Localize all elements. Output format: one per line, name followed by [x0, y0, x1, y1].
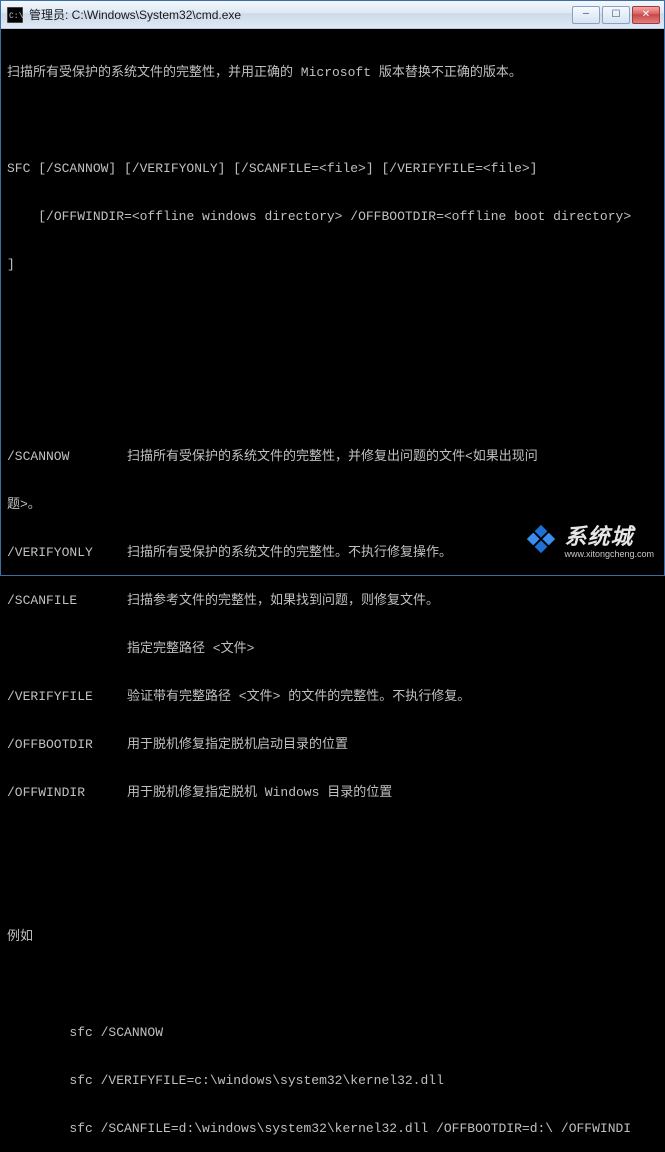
cmd-window: C:\ 管理员: C:\Windows\System32\cmd.exe — ☐…	[0, 0, 665, 576]
example-label: 例如	[7, 929, 658, 945]
option-name: /OFFBOOTDIR	[7, 737, 127, 753]
usage-line: [/OFFWINDIR=<offline windows directory> …	[7, 209, 658, 225]
blank-line	[7, 881, 658, 897]
option-row: /VERIFYONLY扫描所有受保护的系统文件的完整性。不执行修复操作。	[7, 545, 658, 561]
option-desc: 用于脱机修复指定脱机 Windows 目录的位置	[127, 785, 658, 801]
example-line: sfc /SCANNOW	[7, 1025, 658, 1041]
cmd-icon: C:\	[7, 7, 23, 23]
maximize-button[interactable]: ☐	[602, 6, 630, 24]
option-name: /SCANFILE	[7, 593, 127, 609]
options-block: /SCANNOW扫描所有受保护的系统文件的完整性，并修复出问题的文件<如果出现问…	[7, 417, 658, 833]
option-row: /SCANNOW扫描所有受保护的系统文件的完整性，并修复出问题的文件<如果出现问	[7, 449, 658, 465]
blank-line	[7, 113, 658, 129]
usage-line: SFC [/SCANNOW] [/VERIFYONLY] [/SCANFILE=…	[7, 161, 658, 177]
option-row: /VERIFYFILE验证带有完整路径 <文件> 的文件的完整性。不执行修复。	[7, 689, 658, 705]
option-name	[7, 641, 127, 657]
option-name: /VERIFYFILE	[7, 689, 127, 705]
help-description: 扫描所有受保护的系统文件的完整性，并用正确的 Microsoft 版本替换不正确…	[7, 65, 658, 81]
option-desc: 扫描所有受保护的系统文件的完整性，并修复出问题的文件<如果出现问	[127, 449, 658, 465]
titlebar[interactable]: C:\ 管理员: C:\Windows\System32\cmd.exe — ☐…	[1, 1, 664, 29]
example-line: sfc /SCANFILE=d:\windows\system32\kernel…	[7, 1121, 658, 1137]
blank-line	[7, 977, 658, 993]
minimize-button[interactable]: —	[572, 6, 600, 24]
svg-text:C:\: C:\	[9, 12, 23, 21]
example-line: sfc /VERIFYFILE=c:\windows\system32\kern…	[7, 1073, 658, 1089]
blank-line	[7, 353, 658, 369]
option-desc: 扫描所有受保护的系统文件的完整性。不执行修复操作。	[127, 545, 658, 561]
option-name: /VERIFYONLY	[7, 545, 127, 561]
option-name: /SCANNOW	[7, 449, 127, 465]
terminal-output[interactable]: 扫描所有受保护的系统文件的完整性，并用正确的 Microsoft 版本替换不正确…	[1, 29, 664, 1152]
option-row: /SCANFILE扫描参考文件的完整性，如果找到问题，则修复文件。	[7, 593, 658, 609]
usage-line: ]	[7, 257, 658, 273]
option-desc: 用于脱机修复指定脱机启动目录的位置	[127, 737, 658, 753]
option-desc: 指定完整路径 <文件>	[127, 641, 658, 657]
blank-line	[7, 305, 658, 321]
option-row: 指定完整路径 <文件>	[7, 641, 658, 657]
option-desc: 验证带有完整路径 <文件> 的文件的完整性。不执行修复。	[127, 689, 658, 705]
option-row: /OFFBOOTDIR用于脱机修复指定脱机启动目录的位置	[7, 737, 658, 753]
close-button[interactable]: ✕	[632, 6, 660, 24]
option-desc: 扫描参考文件的完整性，如果找到问题，则修复文件。	[127, 593, 658, 609]
option-row: /OFFWINDIR用于脱机修复指定脱机 Windows 目录的位置	[7, 785, 658, 801]
window-controls: — ☐ ✕	[570, 6, 660, 24]
option-name: /OFFWINDIR	[7, 785, 127, 801]
option-desc	[127, 497, 658, 513]
window-title: 管理员: C:\Windows\System32\cmd.exe	[29, 6, 570, 23]
option-row: 题>。	[7, 497, 658, 513]
option-name: 题>。	[7, 497, 127, 513]
